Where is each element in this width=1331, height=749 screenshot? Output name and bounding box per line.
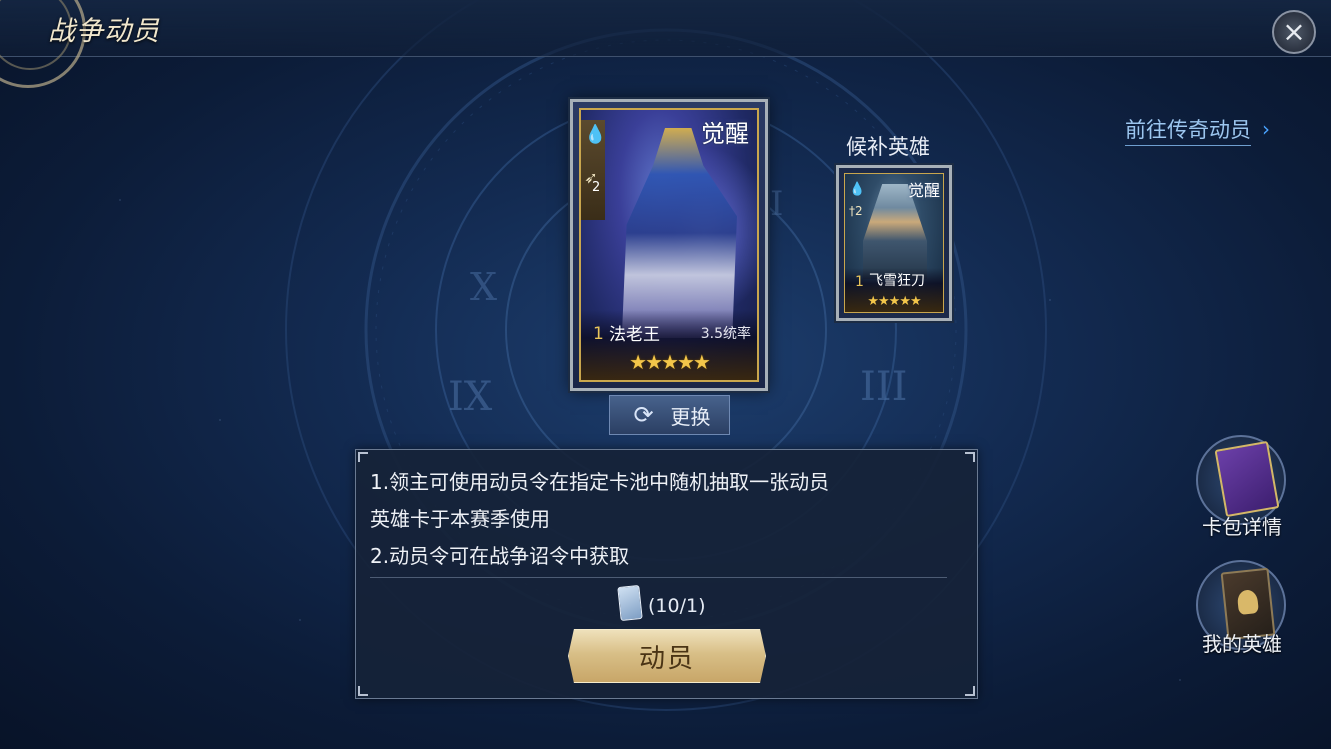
- hero-command-stat: 3.5统率: [700, 326, 751, 342]
- main-hero-card[interactable]: 💧 ➶ 2 觉醒 1 法老王 3.5统率 ★★★★★: [570, 99, 768, 391]
- water-drop-icon: 💧: [584, 124, 607, 145]
- legend-mobilize-link[interactable]: 前往传奇动员: [1125, 114, 1251, 146]
- my-heroes-button[interactable]: 我的英雄: [1192, 560, 1292, 660]
- token-count: (10/1): [648, 595, 706, 617]
- svg-text:I: I: [770, 184, 783, 224]
- info-line-2: 英雄卡于本赛季使用: [370, 507, 550, 531]
- substitute-hero-title: 候补英雄: [846, 135, 930, 159]
- card-pack-book-icon: [1214, 440, 1280, 518]
- mobilize-button[interactable]: 动员: [568, 629, 766, 683]
- panel-corner: [965, 686, 975, 696]
- substitute-hero-portrait: 💧 †2 觉醒 1 飞雪狂刀 ★★★★★: [844, 173, 944, 313]
- main-hero-portrait: 💧 ➶ 2 觉醒 1 法老王 3.5统率 ★★★★★: [579, 108, 759, 382]
- substitute-weapon-count: 2: [855, 204, 863, 218]
- hero-level: 1: [593, 324, 604, 344]
- refresh-icon: ⟳: [633, 401, 654, 429]
- helmet-icon: [1236, 589, 1259, 615]
- svg-text:III: III: [860, 364, 907, 410]
- info-line-3: 2.动员令可在战争诏令中获取: [370, 544, 630, 568]
- info-panel: 1.领主可使用动员令在指定卡池中随机抽取一张动员 英雄卡于本赛季使用 2.动员令…: [355, 449, 978, 699]
- mobilization-token-icon: [617, 584, 643, 622]
- page-title: 战争动员: [48, 16, 160, 47]
- close-icon: ×: [1282, 15, 1306, 48]
- awaken-tag: 觉醒: [701, 120, 749, 148]
- sword-icon: †2: [849, 204, 863, 218]
- star-rating: ★★★★★: [629, 350, 711, 374]
- weapon-count: 2: [592, 180, 601, 195]
- switch-button-label: 更换: [670, 404, 711, 429]
- svg-text:X: X: [470, 265, 497, 309]
- card-pack-details-button[interactable]: 卡包详情: [1192, 435, 1292, 539]
- info-line-1: 1.领主可使用动员令在指定卡池中随机抽取一张动员: [370, 470, 830, 494]
- substitute-hero-name: 飞雪狂刀: [869, 273, 925, 289]
- panel-corner: [358, 452, 368, 462]
- title-area: 战争动员: [0, 0, 300, 88]
- substitute-awaken-tag: 觉醒: [907, 181, 940, 200]
- my-heroes-label: 我的英雄: [1202, 632, 1282, 656]
- mobilize-button-label: 动员: [638, 643, 695, 674]
- panel-corner: [358, 686, 368, 696]
- water-drop-icon: 💧: [849, 182, 866, 197]
- hero-name: 法老王: [609, 325, 660, 345]
- panel-divider: [370, 577, 947, 578]
- panel-corner: [965, 452, 975, 462]
- substitute-hero-level: 1: [855, 274, 864, 290]
- substitute-star-rating: ★★★★★: [867, 294, 921, 309]
- switch-button[interactable]: ⟳ 更换: [609, 395, 730, 435]
- card-pack-label: 卡包详情: [1202, 515, 1282, 539]
- hero-figure: [621, 128, 737, 338]
- close-button[interactable]: ×: [1272, 10, 1316, 54]
- chevron-right-icon[interactable]: ›: [1262, 117, 1270, 141]
- substitute-hero-card[interactable]: 💧 †2 觉醒 1 飞雪狂刀 ★★★★★: [836, 165, 952, 321]
- svg-text:IX: IX: [448, 374, 493, 420]
